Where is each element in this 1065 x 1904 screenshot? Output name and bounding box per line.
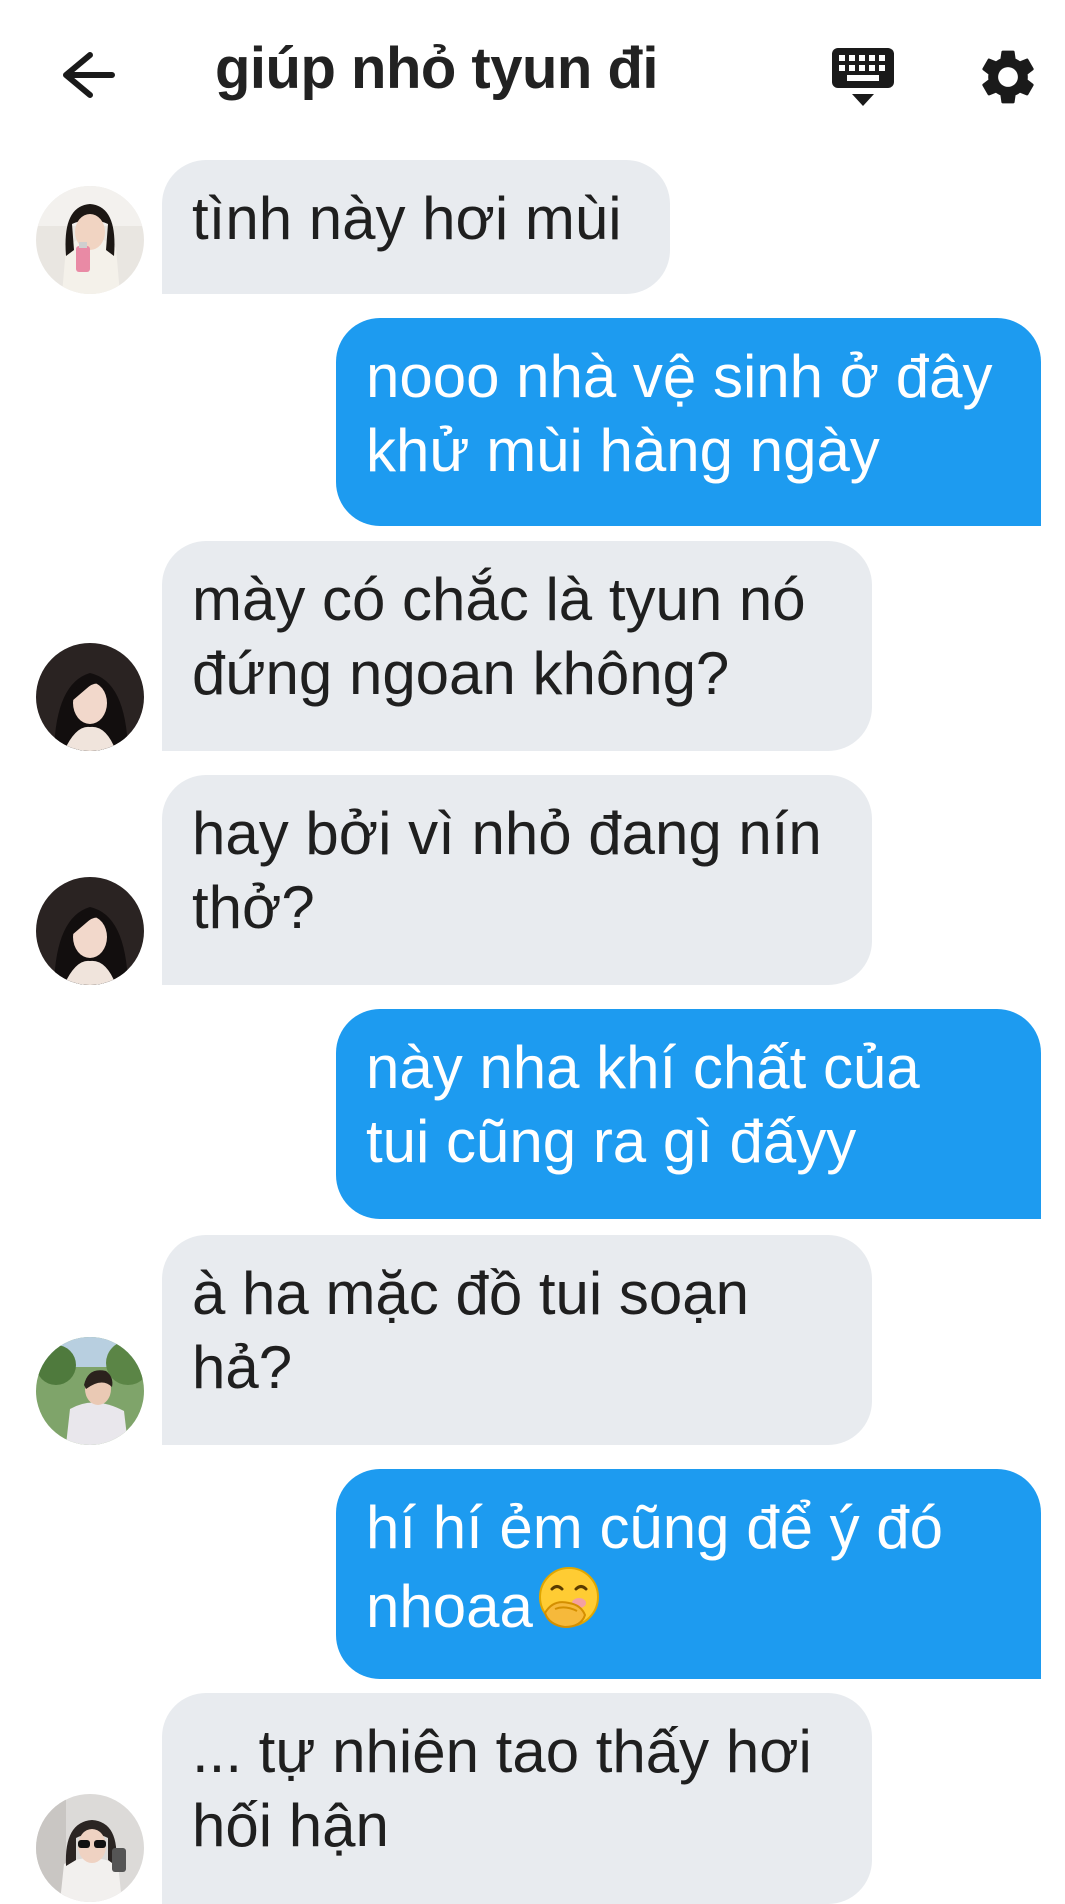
message-text: hay bởi vì nhỏ đang nín (192, 800, 822, 867)
message-text: này nha khí chất của (366, 1034, 920, 1101)
arrow-left-icon (63, 52, 115, 98)
gear-icon (982, 50, 1034, 104)
message-bubble-incoming[interactable]: hay bởi vì nhỏ đang nín thở? (162, 775, 872, 985)
message-bubble-incoming[interactable]: ... tự nhiên tao thấy hơi hối hận (162, 1693, 872, 1904)
avatar[interactable] (36, 643, 144, 751)
message-text: nooo nhà vệ sinh ở đây (366, 343, 993, 410)
settings-button[interactable] (975, 44, 1041, 110)
avatar-girl-sunglasses (36, 1794, 144, 1902)
message-bubble-incoming[interactable]: mày có chắc là tyun nó đứng ngoan không? (162, 541, 872, 751)
message-bubble-outgoing[interactable]: nooo nhà vệ sinh ở đây khử mùi hàng ngày (336, 318, 1041, 526)
message-bubble-outgoing[interactable]: hí hí ẻm cũng để ý đó nhoaa (336, 1469, 1041, 1679)
message-text: mày có chắc là tyun nó (192, 566, 806, 633)
message-bubble-incoming[interactable]: tình này hơi mùi (162, 160, 670, 294)
message-text: à ha mặc đồ tui soạn (192, 1260, 750, 1327)
message-text: thở? (192, 874, 315, 941)
back-button[interactable] (50, 45, 120, 105)
message-text: tình này hơi mùi (192, 185, 622, 252)
avatar-girl-dark-hair (36, 877, 144, 985)
avatar[interactable] (36, 186, 144, 294)
avatar-boy-outdoor (36, 1337, 144, 1445)
message-text: khử mùi hàng ngày (366, 417, 880, 484)
avatar-girl-dark-hair (36, 643, 144, 751)
message-text: nhoaa (366, 1573, 533, 1640)
message-text: ... tự nhiên tao thấy hơi (192, 1718, 812, 1785)
keyboard-button[interactable] (830, 44, 896, 110)
message-text: hả? (192, 1334, 293, 1401)
keyboard-icon (832, 48, 894, 106)
chat-header: giúp nhỏ tyun đi (0, 0, 1065, 150)
message-text: hối hận (192, 1792, 389, 1859)
message-text: tui cũng ra gì đấyy (366, 1108, 857, 1175)
face-with-hand-over-mouth-icon (535, 1565, 603, 1650)
message-bubble-outgoing[interactable]: này nha khí chất của tui cũng ra gì đấyy (336, 1009, 1041, 1219)
message-text: hí hí ẻm cũng để ý đó (366, 1494, 944, 1561)
avatar[interactable] (36, 1794, 144, 1902)
avatar[interactable] (36, 1337, 144, 1445)
message-bubble-incoming[interactable]: à ha mặc đồ tui soạn hả? (162, 1235, 872, 1445)
chat-title: giúp nhỏ tyun đi (215, 36, 659, 101)
avatar-girl-pink-cup (36, 186, 144, 294)
avatar[interactable] (36, 877, 144, 985)
message-text: đứng ngoan không? (192, 640, 730, 707)
